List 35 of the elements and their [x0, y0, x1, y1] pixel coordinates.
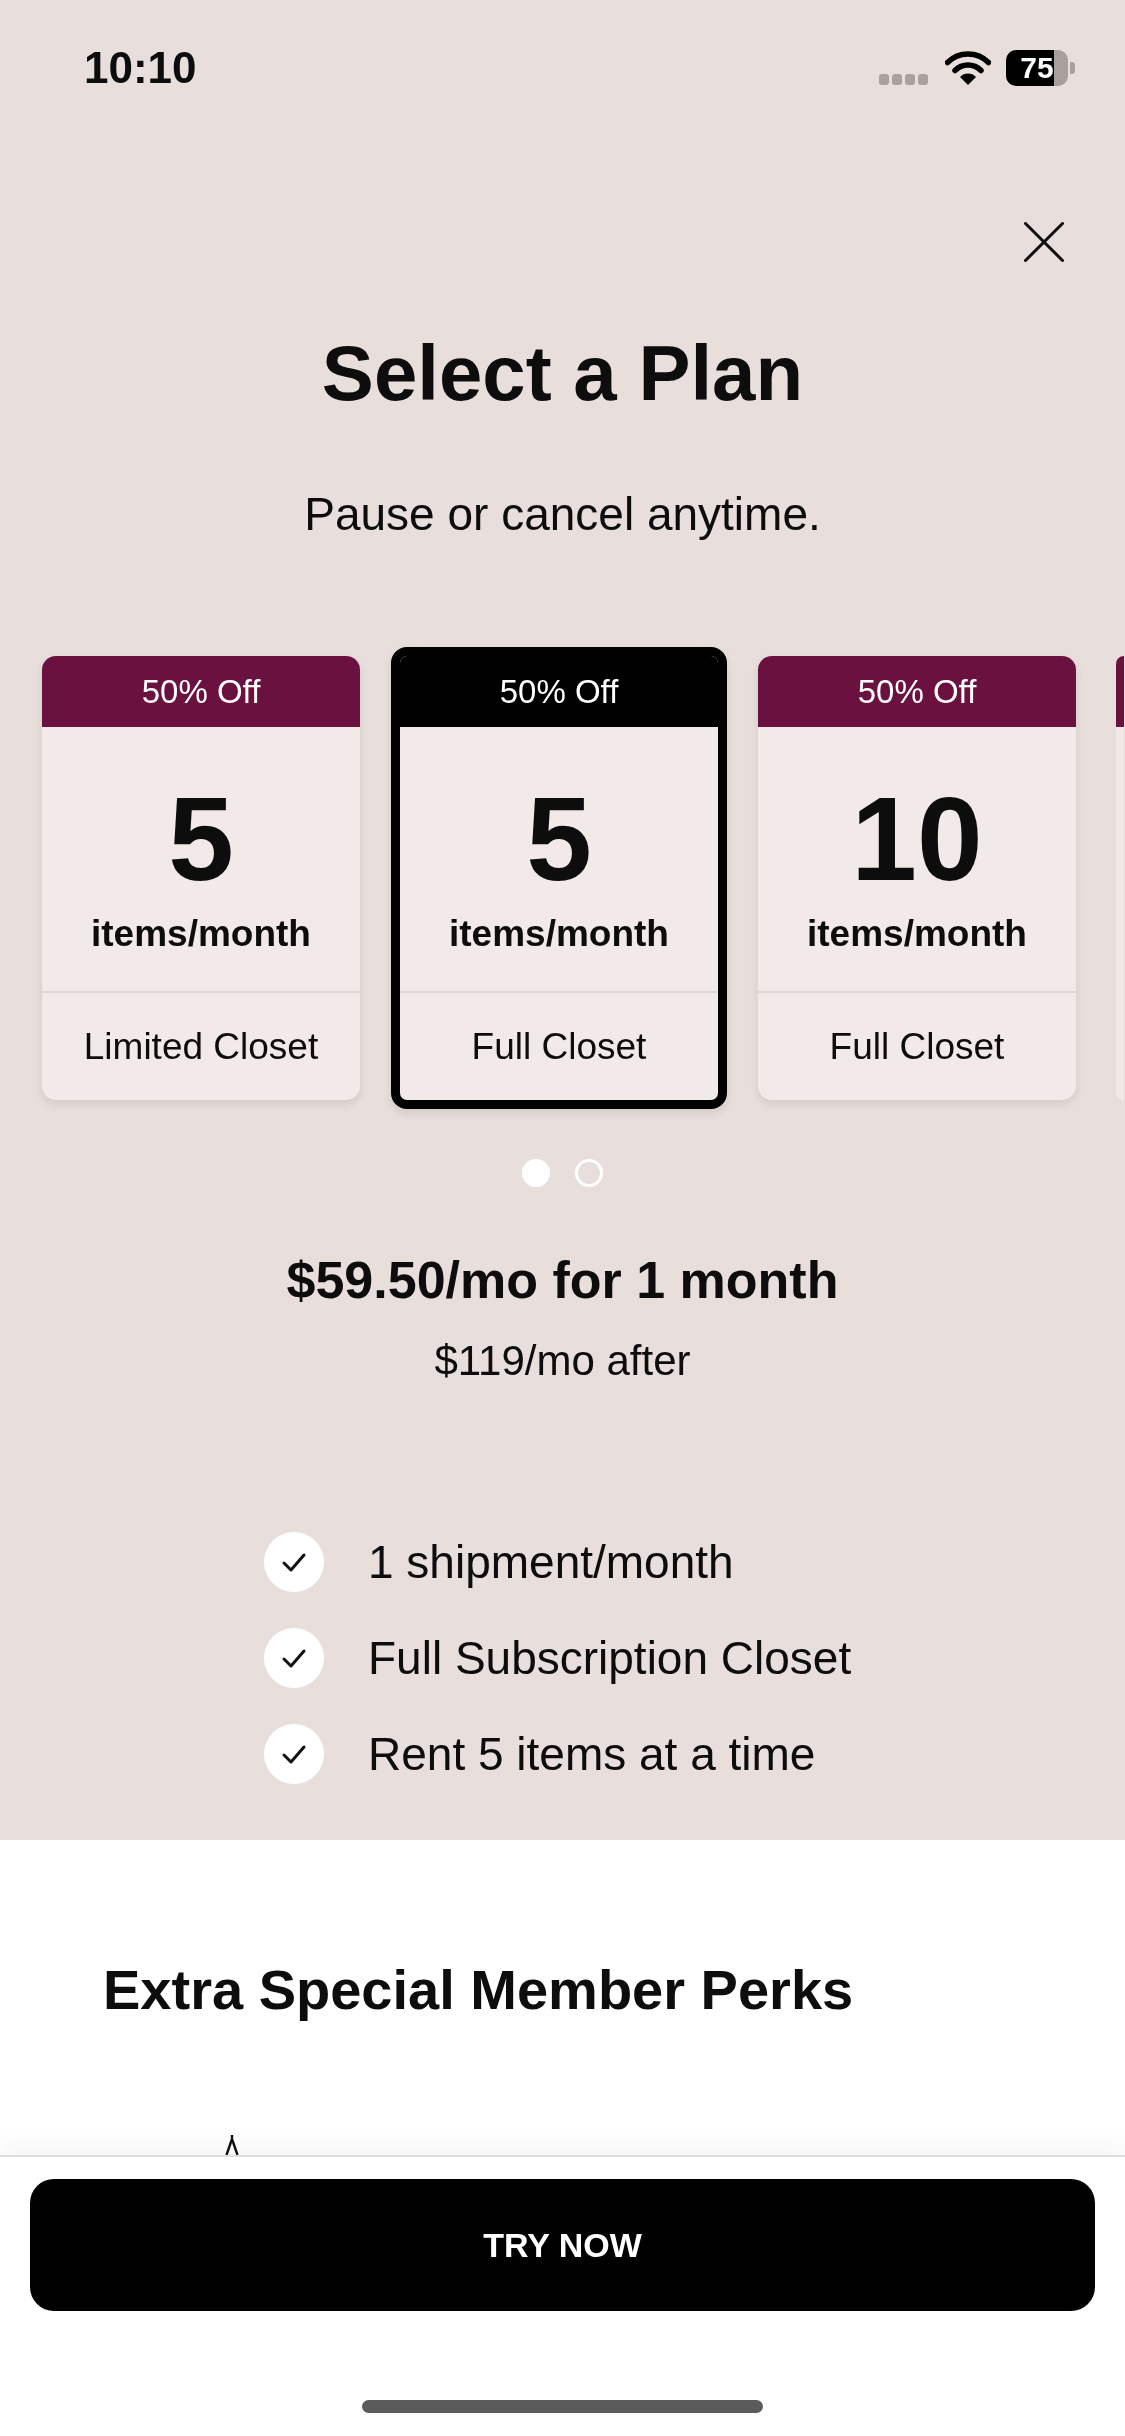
- peak-icon: [225, 2135, 239, 2155]
- page-subtitle: Pause or cancel anytime.: [304, 487, 821, 541]
- closet-label: Full Closet: [471, 1025, 647, 1068]
- page-title: Select a Plan: [321, 328, 804, 419]
- items-unit-label: items/month: [449, 912, 669, 956]
- check-icon: [264, 1532, 324, 1592]
- wifi-icon: [945, 51, 991, 85]
- feature-text: Rent 5 items at a time: [368, 1727, 816, 1782]
- items-unit-label: items/month: [807, 912, 1027, 956]
- check-icon: [264, 1628, 324, 1688]
- close-icon[interactable]: [1024, 222, 1064, 262]
- regular-price: $119/mo after: [434, 1336, 691, 1386]
- discount-banner: 50% Off: [400, 656, 718, 727]
- discount-banner: 50% Off: [42, 656, 360, 727]
- try-now-button[interactable]: TRY NOW: [30, 2179, 1095, 2311]
- page-dot[interactable]: [522, 1159, 550, 1187]
- closet-label: Full Closet: [829, 1025, 1005, 1068]
- battery-indicator: 75: [1006, 50, 1075, 86]
- feature-text: 1 shipment/month: [368, 1535, 734, 1590]
- page-dot[interactable]: [575, 1159, 603, 1187]
- discount-banner: 50% Off: [758, 656, 1076, 727]
- item-count: 5: [168, 780, 234, 898]
- check-icon: [264, 1724, 324, 1784]
- items-unit-label: items/month: [91, 912, 311, 956]
- item-count: 5: [526, 780, 592, 898]
- item-count: 10: [851, 780, 983, 898]
- plan-card[interactable]: 50% Off 5 items/month Full Closet: [391, 647, 727, 1109]
- signal-icon: [879, 73, 928, 85]
- intro-price: $59.50/mo for 1 month: [286, 1250, 839, 1311]
- closet-label: Limited Closet: [83, 1025, 319, 1068]
- plan-card[interactable]: 50% Off 10 items/month Full Closet: [758, 656, 1076, 1100]
- status-time: 10:10: [84, 46, 197, 90]
- feature-text: Full Subscription Closet: [368, 1631, 852, 1686]
- plan-card[interactable]: 50% Off 5 items/month Limited Closet: [42, 656, 360, 1100]
- perks-heading: Extra Special Member Perks: [103, 1957, 854, 2023]
